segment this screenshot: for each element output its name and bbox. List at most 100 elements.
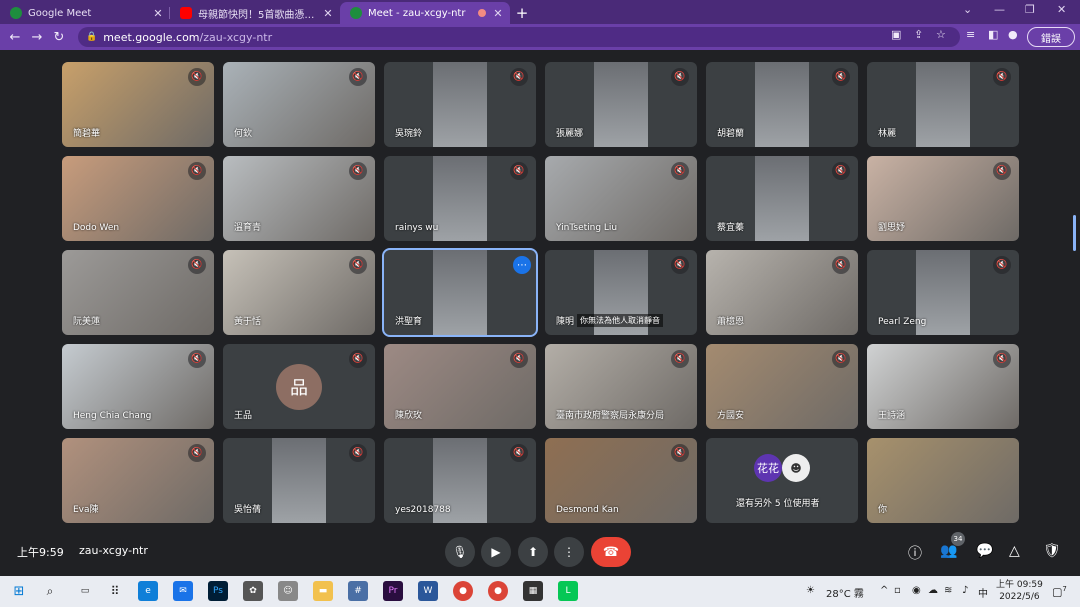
- windows-start-icon[interactable]: ⊞: [9, 581, 29, 601]
- minimize-icon[interactable]: —: [994, 3, 1005, 16]
- participant-tile[interactable]: 蔡宜蓁 🔇: [706, 156, 858, 241]
- app-icon[interactable]: ▦: [523, 581, 543, 601]
- participant-tile[interactable]: 何欽 🔇: [223, 62, 375, 147]
- participant-name: 林麗: [878, 129, 897, 139]
- reload-icon[interactable]: ↻: [48, 30, 70, 45]
- chrome-icon[interactable]: ●: [453, 581, 473, 601]
- participant-tile[interactable]: 陳明 你無法為他人取消靜音 🔇: [545, 250, 697, 335]
- app-icon[interactable]: ✿: [243, 581, 263, 601]
- participant-tile[interactable]: 花花 ☻ 還有另外 5 位使用者: [706, 438, 858, 523]
- participant-tile[interactable]: 蕭檍恩 🔇: [706, 250, 858, 335]
- task-view-icon[interactable]: ▭: [75, 581, 95, 601]
- premiere-icon[interactable]: Pr: [383, 581, 403, 601]
- file-explorer-icon[interactable]: ▬: [313, 581, 333, 601]
- more-options-button[interactable]: ⋮: [554, 537, 584, 567]
- participant-tile[interactable]: 劉思妤 🔇: [867, 156, 1019, 241]
- close-icon[interactable]: ✕: [152, 7, 164, 20]
- video-feed: [433, 62, 487, 147]
- participant-tile[interactable]: 胡碧蘭 🔇: [706, 62, 858, 147]
- participant-tile[interactable]: 溫育青 🔇: [223, 156, 375, 241]
- word-icon[interactable]: W: [418, 581, 438, 601]
- participant-tile[interactable]: 黃于恬 🔇: [223, 250, 375, 335]
- mail-icon[interactable]: ✉: [173, 581, 193, 601]
- participant-tile[interactable]: 陳欣玫 🔇: [384, 344, 536, 429]
- profile-error-button[interactable]: 錯誤: [1027, 27, 1075, 47]
- taskbar-clock[interactable]: 上午 09:59 2022/5/6: [996, 579, 1043, 603]
- participant-tile[interactable]: 方國安 🔇: [706, 344, 858, 429]
- participant-tile[interactable]: Dodo Wen 🔇: [62, 156, 214, 241]
- url-bar[interactable]: 🔒 meet.google.com/zau-xcgy-ntr: [78, 27, 960, 47]
- edge-icon[interactable]: e: [138, 581, 158, 601]
- tab-search-icon[interactable]: ⌄: [963, 3, 972, 16]
- mic-off-icon: 🔇: [510, 444, 528, 462]
- mic-button[interactable]: 🎙: [445, 537, 475, 567]
- participant-tile[interactable]: Eva陳 🔇: [62, 438, 214, 523]
- participant-tile[interactable]: 吳怡蒨 🔇: [223, 438, 375, 523]
- lock-icon[interactable]: 🔒: [86, 32, 97, 42]
- tile-options-button[interactable]: ⋯: [513, 256, 531, 274]
- chat-icon[interactable]: 💬: [976, 543, 993, 559]
- window-close-icon[interactable]: ✕: [1057, 3, 1066, 16]
- mic-off-icon: 🔇: [188, 68, 206, 86]
- taskbar-date: 2022/5/6: [999, 592, 1040, 602]
- bookmark-star-icon[interactable]: ☆: [936, 28, 946, 41]
- scrollbar[interactable]: [1073, 215, 1076, 251]
- notification-icon[interactable]: ▢7: [1052, 585, 1067, 599]
- close-icon[interactable]: ✕: [492, 7, 504, 20]
- participant-tile[interactable]: 臺南市政府警察局永康分局 🔇: [545, 344, 697, 429]
- video-feed: [755, 62, 809, 147]
- participant-tile[interactable]: 王詩涵 🔇: [867, 344, 1019, 429]
- wifi-icon[interactable]: ≋: [944, 585, 952, 596]
- participant-tile[interactable]: rainys wu 🔇: [384, 156, 536, 241]
- close-icon[interactable]: ✕: [322, 7, 334, 20]
- volume-icon[interactable]: ♪: [962, 585, 968, 596]
- participant-tile[interactable]: yes2018788 🔇: [384, 438, 536, 523]
- calculator-icon[interactable]: #: [348, 581, 368, 601]
- new-tab-button[interactable]: +: [510, 2, 534, 24]
- tab-google-meet[interactable]: Google Meet ✕: [0, 2, 170, 24]
- tray-app-icon[interactable]: ▫: [894, 585, 901, 596]
- chrome-profile-icon[interactable]: ●: [488, 581, 508, 601]
- tray-overflow-icon[interactable]: ^: [880, 585, 888, 596]
- restore-icon[interactable]: ❐: [1025, 3, 1035, 16]
- participant-tile[interactable]: 你: [867, 438, 1019, 523]
- participant-tile[interactable]: 林麗 🔇: [867, 62, 1019, 147]
- participant-tile[interactable]: Heng Chia Chang 🔇: [62, 344, 214, 429]
- meeting-info-icon[interactable]: ⓘ: [908, 543, 922, 563]
- back-icon[interactable]: ←: [4, 30, 26, 45]
- photoshop-icon[interactable]: Ps: [208, 581, 228, 601]
- participant-tile[interactable]: 洪聖育 ⋯: [382, 248, 538, 337]
- participant-tile[interactable]: Pearl Zeng 🔇: [867, 250, 1019, 335]
- participant-tile[interactable]: 張麗娜 🔇: [545, 62, 697, 147]
- onedrive-icon[interactable]: ☁: [928, 585, 938, 596]
- participant-tile[interactable]: 阮美蓮 🔇: [62, 250, 214, 335]
- camera-button[interactable]: ▶: [481, 537, 511, 567]
- forward-icon[interactable]: →: [26, 30, 48, 45]
- host-controls-icon[interactable]: 🛡: [1043, 543, 1061, 559]
- tab-title: Meet - zau-xcgy-ntr: [368, 7, 466, 19]
- leave-call-button[interactable]: ☎: [591, 537, 631, 567]
- participant-tile[interactable]: 吳琬鈴 🔇: [384, 62, 536, 147]
- participant-tile[interactable]: 簡碧華 🔇: [62, 62, 214, 147]
- media-control-icon[interactable]: ≡: [966, 28, 975, 41]
- activities-icon[interactable]: △: [1009, 543, 1020, 559]
- participant-tile[interactable]: Desmond Kan 🔇: [545, 438, 697, 523]
- ime-indicator[interactable]: 中: [978, 585, 988, 600]
- browser-tab-bar: Google Meet ✕ 母親節快閃！5首歌曲憑爆永康廟 ✕ Meet - z…: [0, 0, 1080, 24]
- participant-name: rainys wu: [395, 223, 439, 233]
- tab-youtube[interactable]: 母親節快閃！5首歌曲憑爆永康廟 ✕: [170, 2, 340, 24]
- share-icon[interactable]: ⇪: [914, 28, 923, 41]
- search-icon[interactable]: ⌕: [40, 581, 60, 601]
- participant-tile[interactable]: YinTseting Liu 🔇: [545, 156, 697, 241]
- widgets-icon[interactable]: ⠿: [105, 581, 125, 601]
- line-icon[interactable]: L: [558, 581, 578, 601]
- app-icon[interactable]: ☺: [278, 581, 298, 601]
- profile-avatar-icon[interactable]: ●: [1008, 28, 1018, 41]
- camera-tray-icon[interactable]: ◉: [912, 585, 921, 596]
- present-button[interactable]: ⬆: [518, 537, 548, 567]
- participant-tile[interactable]: 品王品 🔇: [223, 344, 375, 429]
- weather-text[interactable]: 28°C 霧: [826, 585, 864, 600]
- camera-in-use-icon[interactable]: ▣: [891, 28, 901, 41]
- side-panel-icon[interactable]: ◧: [988, 28, 998, 41]
- tab-meet-active[interactable]: Meet - zau-xcgy-ntr ✕: [340, 2, 510, 24]
